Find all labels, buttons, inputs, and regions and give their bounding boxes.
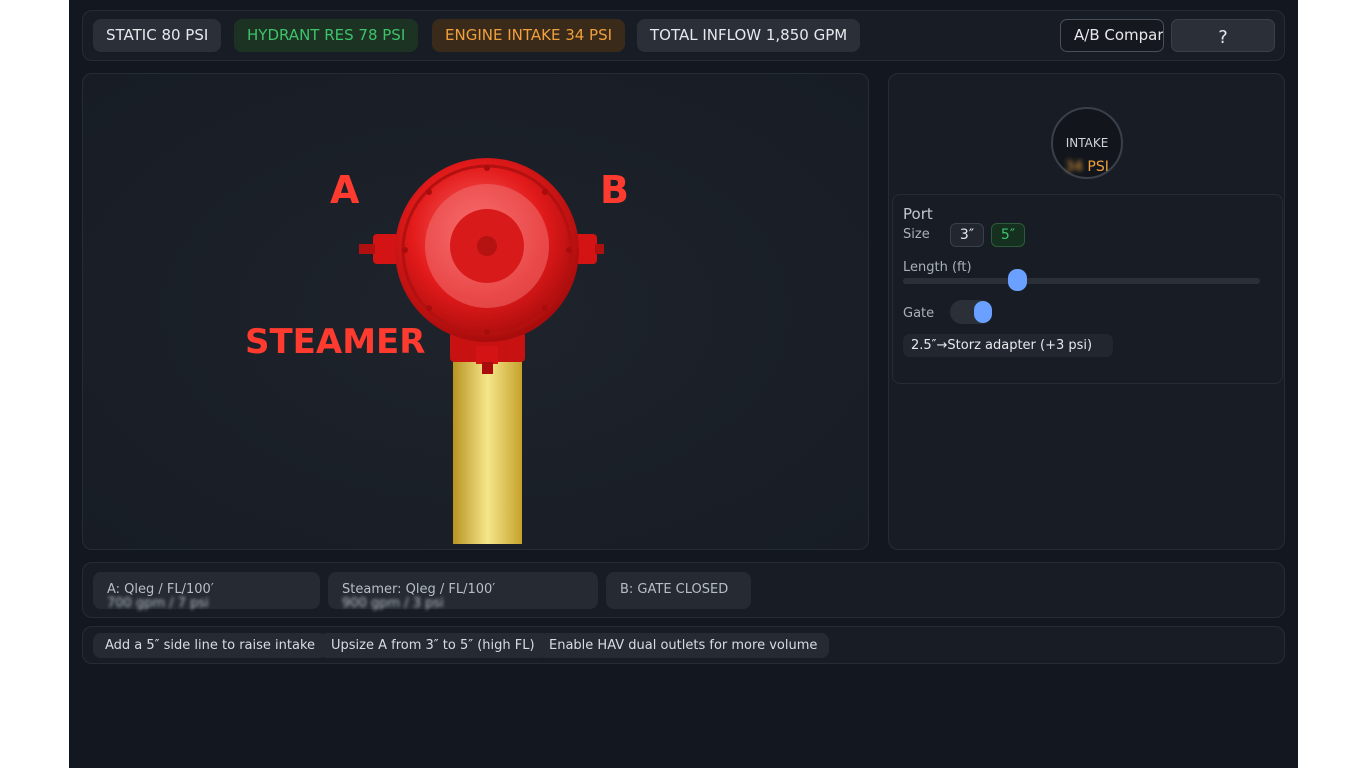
readout-label: Steamer: Qleg / FL/100′	[342, 582, 496, 597]
gate-toggle[interactable]	[950, 300, 992, 324]
static-pressure-badge: STATIC 80 PSI	[93, 19, 222, 52]
length-label: Length (ft)	[903, 260, 972, 275]
ab-compare-button[interactable]: A/B Compare	[1060, 19, 1164, 52]
steamer-label[interactable]: STEAMER	[245, 322, 425, 362]
suggestion-chip[interactable]: Enable HAV dual outlets for more volume	[537, 633, 830, 658]
size-option-3[interactable]: 3″	[950, 223, 984, 247]
gauge-label: INTAKE	[1065, 136, 1109, 150]
port-a-readout: A: Qleg / FL/100′ 700 gpm / 7 psi	[93, 572, 320, 611]
port-card: Port Size 3″ 5″ Length (ft) Gate 2.5″→St…	[892, 194, 1283, 384]
gate-label: Gate	[903, 306, 935, 321]
size-label: Size	[903, 227, 930, 242]
status-bar: STATIC 80 PSI HYDRANT RES 78 PSI ENGINE …	[82, 10, 1285, 61]
flow-readouts: A: Qleg / FL/100′ 700 gpm / 7 psi Steame…	[82, 562, 1285, 618]
readout-value: 900 gpm / 3 psi	[342, 596, 444, 611]
port-a-nozzle[interactable]	[359, 234, 399, 264]
suggestion-bar: Add a 5″ side line to raise intake Upsiz…	[82, 626, 1285, 664]
port-config-panel: INTAKE 34 PSI Port Size 3″ 5″ Length (ft…	[888, 73, 1285, 550]
port-a-label[interactable]: A	[330, 168, 359, 212]
suggestion-chip[interactable]: Upsize A from 3″ to 5″ (high FL)	[319, 633, 547, 658]
hydrant-residual-badge: HYDRANT RES 78 PSI	[234, 19, 419, 52]
gauge-readout: 34 PSI	[1053, 159, 1121, 175]
storz-adapter-chip[interactable]: 2.5″→Storz adapter (+3 psi)	[903, 334, 1113, 357]
size-option-5[interactable]: 5″	[991, 223, 1025, 247]
port-b-label[interactable]: B	[600, 168, 629, 212]
app-window: STATIC 80 PSI HYDRANT RES 78 PSI ENGINE …	[69, 0, 1298, 768]
standpipe	[453, 354, 522, 544]
intake-gauge: INTAKE 34 PSI	[1051, 107, 1123, 179]
readout-label: B: GATE CLOSED	[620, 582, 729, 597]
port-card-title: Port	[903, 205, 933, 223]
readout-value: 700 gpm / 7 psi	[107, 596, 209, 611]
gate-toggle-knob	[974, 301, 992, 323]
readout-label: A: Qleg / FL/100′	[107, 582, 214, 597]
port-b-readout: B: GATE CLOSED	[606, 572, 751, 609]
steamer-readout: Steamer: Qleg / FL/100′ 900 gpm / 3 psi	[328, 572, 598, 611]
hydrant-illustration	[359, 158, 604, 544]
engine-intake-badge: ENGINE INTAKE 34 PSI	[432, 19, 626, 52]
gauge-unit: PSI	[1087, 159, 1109, 175]
hydrant-stage: A B STEAMER	[82, 73, 869, 550]
length-slider-track[interactable]	[903, 278, 1260, 284]
gauge-value: 34	[1065, 159, 1083, 175]
total-inflow-badge: TOTAL INFLOW 1,850 GPM	[637, 19, 861, 52]
length-slider-thumb[interactable]	[1007, 269, 1027, 291]
suggestion-chip[interactable]: Add a 5″ side line to raise intake	[93, 633, 328, 658]
help-button[interactable]: ?	[1171, 19, 1275, 52]
